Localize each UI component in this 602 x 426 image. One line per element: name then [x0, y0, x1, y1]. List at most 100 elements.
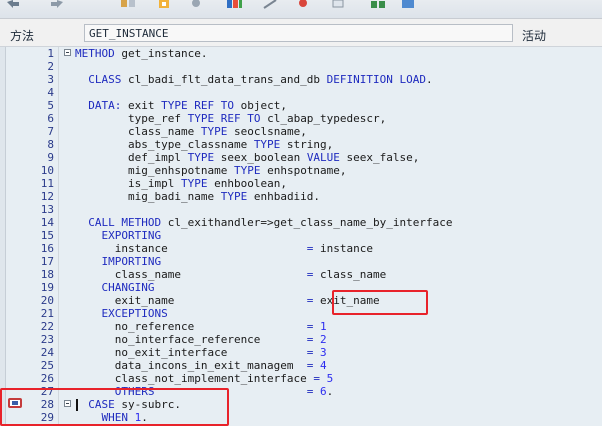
code-line[interactable]: 6 type_ref TYPE REF TO cl_abap_typedescr…	[0, 112, 602, 125]
line-number: 5	[47, 99, 54, 112]
code-line[interactable]: 17 IMPORTING	[0, 255, 602, 268]
identifier-token: enhspotname,	[260, 164, 347, 177]
code-line[interactable]: 12 mig_badi_name TYPE enhbadiid.	[0, 190, 602, 203]
code-line[interactable]: 8 abs_type_classname TYPE string,	[0, 138, 602, 151]
code-line[interactable]: 13	[0, 203, 602, 216]
identifier-token: instance	[313, 242, 374, 255]
code-text: EXPORTING	[75, 229, 161, 242]
code-line[interactable]: 15 EXPORTING	[0, 229, 602, 242]
code-text: type_ref TYPE REF TO cl_abap_typedescr,	[75, 112, 386, 125]
line-number: 3	[47, 73, 54, 86]
identifier-token: is_impl	[75, 177, 181, 190]
code-line[interactable]: 9 def_impl TYPE seex_boolean VALUE seex_…	[0, 151, 602, 164]
identifier-token: no_exit_interface	[75, 346, 307, 359]
code-line[interactable]: 4	[0, 86, 602, 99]
code-line[interactable]: 16 instance = instance	[0, 242, 602, 255]
method-name-field[interactable]: GET_INSTANCE	[84, 24, 513, 42]
code-line[interactable]: 26 class_not_implement_interface = 5	[0, 372, 602, 385]
forward-arrow-icon[interactable]	[50, 0, 64, 9]
identifier-token: data_incons_in_exit_managem	[75, 359, 307, 372]
code-text: data_incons_in_exit_managem = 4	[75, 359, 327, 372]
code-text: mig_enhspotname TYPE enhspotname,	[75, 164, 347, 177]
code-line[interactable]: 18 class_name = class_name	[0, 268, 602, 281]
tree-icon[interactable]	[370, 0, 386, 9]
identifier-token: class_name	[75, 268, 307, 281]
identifier-token: type_ref	[75, 112, 188, 125]
keyword-token: EXPORTING	[75, 229, 162, 242]
keyword-token: TYPE REF TO	[187, 112, 261, 125]
identifier-token: class_name	[313, 268, 387, 281]
line-number: 20	[40, 294, 54, 307]
text-cursor	[76, 399, 78, 411]
line-number: 10	[40, 164, 54, 177]
code-text: def_impl TYPE seex_boolean VALUE seex_fa…	[75, 151, 419, 164]
number-token: 2	[313, 333, 327, 346]
breakpoint-icon[interactable]	[8, 397, 22, 409]
object-list-icon[interactable]	[262, 0, 278, 9]
code-text: no_interface_reference = 2	[75, 333, 327, 346]
code-text: abs_type_classname TYPE string,	[75, 138, 333, 151]
highlight-box-exit-name	[332, 290, 428, 315]
code-line[interactable]: 21 EXCEPTIONS	[0, 307, 602, 320]
identifier-token: instance	[75, 242, 307, 255]
identifier-token: object,	[233, 99, 287, 112]
number-token: 4	[313, 359, 327, 372]
identifier-token: cl_badi_flt_data_trans_and_db	[121, 73, 327, 86]
code-line[interactable]: 10 mig_enhspotname TYPE enhspotname,	[0, 164, 602, 177]
number-token: 1	[313, 320, 327, 333]
identifier-token: seex_false,	[339, 151, 420, 164]
pattern-icon[interactable]	[295, 0, 311, 9]
back-arrow-icon[interactable]	[6, 0, 20, 9]
number-token: 3	[313, 346, 327, 359]
identifier-token: enhbadiid.	[247, 190, 321, 203]
code-text: METHOD get_instance.	[75, 47, 207, 60]
abap-code-editor[interactable]: 1 METHOD get_instance. 2 3 CLASS cl_badi_fl…	[0, 47, 602, 426]
code-line[interactable]: 3 CLASS cl_badi_flt_data_trans_and_db DE…	[0, 73, 602, 86]
keyword-token: DATA:	[75, 99, 122, 112]
identifier-token: .	[326, 385, 334, 398]
code-text: mig_badi_name TYPE enhbadiid.	[75, 190, 320, 203]
line-number: 12	[40, 190, 54, 203]
identifier-token: mig_badi_name	[75, 190, 221, 203]
code-text: is_impl TYPE enhboolean,	[75, 177, 287, 190]
code-text: class_not_implement_interface = 5	[75, 372, 334, 385]
line-number: 21	[40, 307, 54, 320]
keyword-token: CHANGING	[75, 281, 155, 294]
identifier-token: cl_abap_typedescr,	[260, 112, 387, 125]
test-icon[interactable]	[400, 0, 416, 9]
code-line[interactable]: 2	[0, 60, 602, 73]
code-line[interactable]: 1 METHOD get_instance.	[0, 47, 602, 60]
code-line[interactable]: 19 CHANGING	[0, 281, 602, 294]
code-text: IMPORTING	[75, 255, 161, 268]
identifier-token: seoclsname,	[227, 125, 307, 138]
code-line[interactable]: 14 CALL METHOD cl_exithandler=>get_class…	[0, 216, 602, 229]
keyword-token: TYPE	[180, 177, 208, 190]
code-line[interactable]: 22 no_reference = 1	[0, 320, 602, 333]
code-line[interactable]: 24 no_exit_interface = 3	[0, 346, 602, 359]
keyword-token: TYPE	[233, 164, 261, 177]
where-used-icon[interactable]	[226, 0, 242, 9]
code-line[interactable]: 23 no_interface_reference = 2	[0, 333, 602, 346]
code-text: class_name TYPE seoclsname,	[75, 125, 307, 138]
enhance-icon[interactable]	[330, 0, 346, 9]
application-toolbar	[0, 0, 602, 19]
keyword-token: METHOD	[75, 47, 115, 60]
code-line[interactable]: 25 data_incons_in_exit_managem = 4	[0, 359, 602, 372]
keyword-token: TYPE	[220, 190, 248, 203]
line-number: 7	[47, 125, 54, 138]
line-number: 18	[40, 268, 54, 281]
line-number: 2	[47, 60, 54, 73]
display-change-icon[interactable]	[120, 0, 136, 9]
activate-icon[interactable]	[188, 0, 204, 9]
line-number: 24	[40, 346, 54, 359]
line-number: 6	[47, 112, 54, 125]
code-line[interactable]: 5 DATA: exit TYPE REF TO object,	[0, 99, 602, 112]
method-label: 方法	[10, 29, 35, 43]
keyword-token: CALL METHOD	[75, 216, 162, 229]
keyword-token: TYPE	[253, 138, 281, 151]
code-line[interactable]: 11 is_impl TYPE enhboolean,	[0, 177, 602, 190]
syntax-check-icon[interactable]	[157, 0, 173, 9]
fold-toggle-icon[interactable]	[64, 49, 71, 56]
code-line[interactable]: 20 exit_name = exit_name	[0, 294, 602, 307]
code-line[interactable]: 7 class_name TYPE seoclsname,	[0, 125, 602, 138]
